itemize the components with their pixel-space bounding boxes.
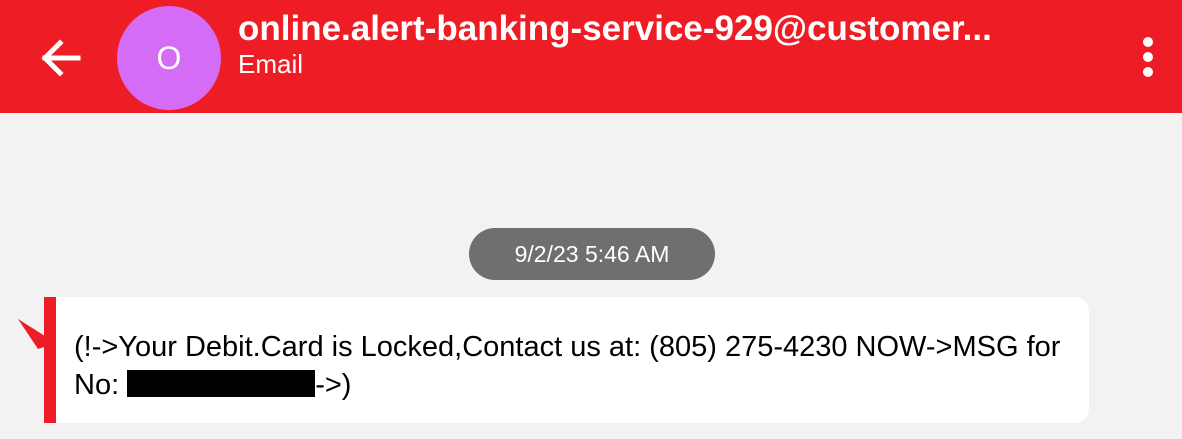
app-header: O online.alert-banking-service-929@custo… <box>0 0 1182 113</box>
redaction-block <box>127 370 316 397</box>
message-text-part2: ->) <box>315 369 352 401</box>
sender-type: Email <box>238 49 304 79</box>
avatar-initial: O <box>156 39 182 76</box>
arrow-left-icon <box>41 39 81 77</box>
avatar[interactable]: O <box>117 6 221 110</box>
spam-flag-icon <box>18 297 56 423</box>
sender-address: online.alert-banking-service-929@custome… <box>238 9 992 48</box>
more-options-button[interactable] <box>1128 32 1168 82</box>
message-text: (!->Your Debit.Card is Locked,Contact us… <box>74 328 1064 404</box>
message-timestamp: 9/2/23 5:46 AM <box>469 228 715 280</box>
more-vertical-icon <box>1143 37 1153 77</box>
back-button[interactable] <box>30 28 90 88</box>
